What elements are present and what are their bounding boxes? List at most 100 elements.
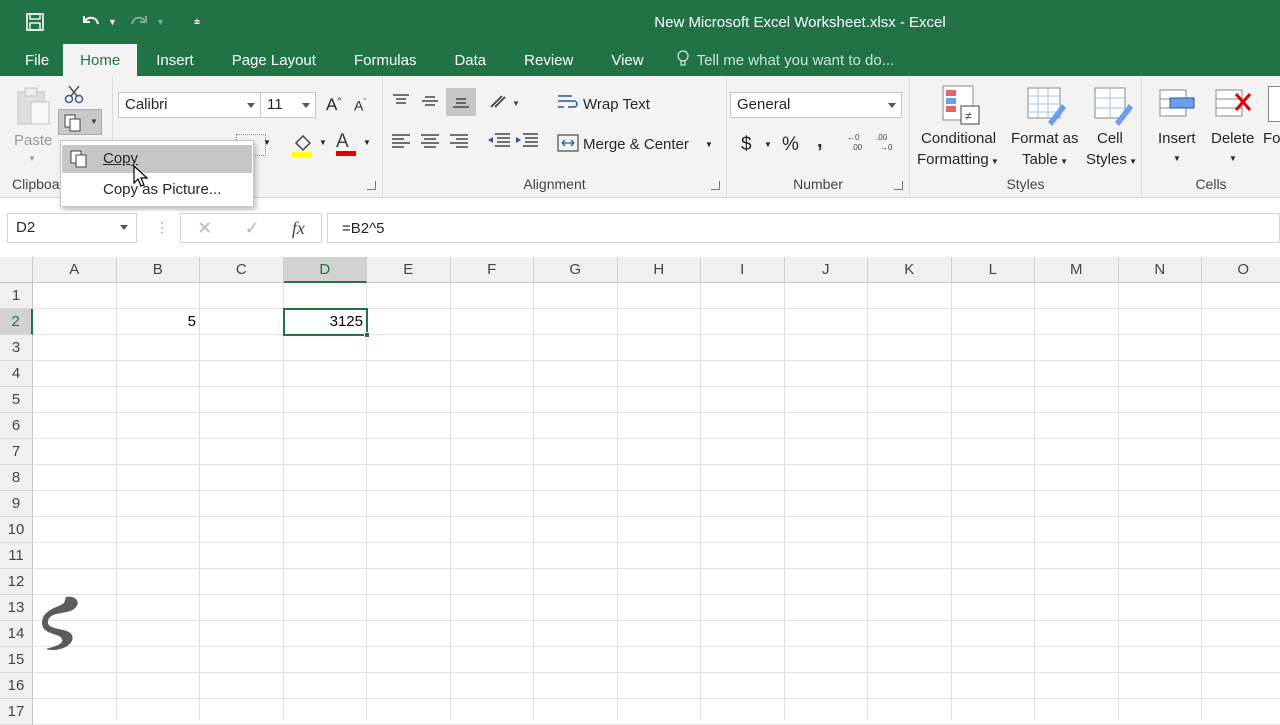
cell-styles-icon[interactable] — [1093, 84, 1133, 129]
insert-dropdown-icon[interactable]: ▼ — [1173, 154, 1181, 163]
merge-center-button[interactable]: Merge & Center — [583, 136, 689, 153]
format-as-table-line2[interactable]: Table ▼ — [1022, 151, 1068, 168]
column-header-o[interactable]: O — [1202, 257, 1280, 283]
column-header-d[interactable]: D — [283, 257, 367, 283]
copy-button[interactable]: ▼ — [58, 109, 102, 135]
cell-styles-line2[interactable]: Styles ▼ — [1086, 151, 1137, 168]
row-header-2[interactable]: 2 — [0, 309, 33, 335]
row-header-9[interactable]: 9 — [0, 491, 33, 517]
cell-styles-line1[interactable]: Cell — [1097, 130, 1123, 147]
row-header-7[interactable]: 7 — [0, 439, 33, 465]
font-color-dropdown-icon[interactable]: ▼ — [363, 138, 371, 147]
tab-home[interactable]: Home — [63, 44, 138, 76]
row-header-1[interactable]: 1 — [0, 283, 33, 309]
align-right-icon[interactable] — [449, 134, 469, 151]
cut-icon[interactable] — [64, 84, 84, 107]
name-box[interactable]: D2 — [7, 213, 137, 243]
format-as-table-line1[interactable]: Format as — [1011, 130, 1079, 147]
tab-review[interactable]: Review — [505, 44, 592, 76]
tab-file[interactable]: File — [0, 44, 63, 76]
menu-item-copy[interactable]: Copy — [62, 145, 252, 173]
row-header-11[interactable]: 11 — [0, 543, 33, 569]
column-header-n[interactable]: N — [1119, 257, 1202, 283]
paste-icon[interactable] — [15, 86, 51, 131]
formula-input[interactable]: =B2^5 — [327, 213, 1280, 243]
font-size-box[interactable]: 11 — [260, 92, 316, 118]
column-header-l[interactable]: L — [952, 257, 1035, 283]
font-color-icon[interactable]: A — [336, 131, 356, 156]
row-header-6[interactable]: 6 — [0, 413, 33, 439]
column-header-c[interactable]: C — [200, 257, 284, 283]
increase-indent-icon[interactable] — [515, 133, 539, 152]
menu-item-copy-as-picture[interactable]: Copy as Picture... — [62, 176, 252, 204]
tab-insert[interactable]: Insert — [137, 44, 213, 76]
align-left-icon[interactable] — [391, 134, 411, 151]
tab-view[interactable]: View — [592, 44, 662, 76]
row-header-3[interactable]: 3 — [0, 335, 33, 361]
column-header-h[interactable]: H — [618, 257, 701, 283]
column-header-m[interactable]: M — [1035, 257, 1119, 283]
row-header-17[interactable]: 17 — [0, 699, 33, 725]
currency-button[interactable]: $ — [741, 134, 752, 156]
increase-decimal-icon[interactable]: ←0.00 — [847, 132, 869, 155]
orientation-icon[interactable]: ▼ — [488, 93, 522, 114]
top-align-icon[interactable] — [391, 94, 411, 111]
align-center-icon[interactable] — [420, 134, 440, 151]
merge-dropdown-icon[interactable]: ▼ — [705, 140, 713, 149]
insert-cells-icon[interactable] — [1158, 86, 1196, 125]
tab-formulas[interactable]: Formulas — [335, 44, 436, 76]
tab-data[interactable]: Data — [435, 44, 505, 76]
bottom-align-icon[interactable] — [446, 88, 476, 116]
column-header-a[interactable]: A — [33, 257, 117, 283]
row-header-15[interactable]: 15 — [0, 647, 33, 673]
insert-function-icon[interactable]: fx — [292, 218, 305, 239]
currency-dropdown-icon[interactable]: ▼ — [764, 140, 772, 149]
grow-font-button[interactable]: A^ — [326, 95, 342, 115]
worksheet-grid[interactable]: ABCDEFGHIJKLMNO 1 2 3 4 5 6 7 8 9 10 11 12 13 14 15 16 1… — [0, 257, 1280, 725]
paste-dropdown-icon[interactable]: ▼ — [28, 154, 36, 163]
row-header-14[interactable]: 14 — [0, 621, 33, 647]
row-header-16[interactable]: 16 — [0, 673, 33, 699]
font-name-box[interactable]: Calibri — [118, 92, 261, 118]
cell-b2[interactable]: 5 — [117, 309, 200, 335]
delete-cells-icon[interactable] — [1214, 86, 1252, 125]
enter-icon[interactable]: ✓ — [244, 218, 259, 239]
format-cells-icon[interactable] — [1268, 86, 1280, 122]
decrease-indent-icon[interactable] — [487, 133, 511, 152]
column-header-j[interactable]: J — [785, 257, 868, 283]
tab-page-layout[interactable]: Page Layout — [213, 44, 335, 76]
row-header-13[interactable]: 13 — [0, 595, 33, 621]
conditional-formatting-line2[interactable]: Formatting ▼ — [917, 151, 999, 168]
row-header-10[interactable]: 10 — [0, 517, 33, 543]
number-dialog-launcher-icon[interactable] — [894, 181, 903, 190]
delete-cells-label[interactable]: Delete — [1211, 130, 1254, 147]
wrap-text-button[interactable]: Wrap Text — [583, 96, 650, 113]
fill-color-icon[interactable] — [292, 133, 314, 160]
paste-label[interactable]: Paste — [14, 132, 52, 149]
column-header-e[interactable]: E — [367, 257, 451, 283]
column-header-k[interactable]: K — [868, 257, 952, 283]
number-format-box[interactable]: General — [730, 92, 902, 118]
format-as-table-icon[interactable] — [1026, 84, 1066, 129]
fill-handle[interactable] — [364, 332, 370, 338]
decrease-decimal-icon[interactable]: .00 →0 — [876, 132, 898, 155]
alignment-dialog-launcher-icon[interactable] — [711, 181, 720, 190]
insert-cells-label[interactable]: Insert — [1158, 130, 1196, 147]
comma-button[interactable]: , — [817, 130, 823, 153]
borders-dropdown-icon[interactable]: ▼ — [263, 138, 271, 147]
shrink-font-button[interactable]: Aˇ — [354, 97, 366, 114]
select-all-corner[interactable] — [0, 257, 33, 283]
cancel-icon[interactable]: ✕ — [197, 218, 212, 239]
column-header-g[interactable]: G — [534, 257, 618, 283]
delete-dropdown-icon[interactable]: ▼ — [1229, 154, 1237, 163]
row-header-5[interactable]: 5 — [0, 387, 33, 413]
conditional-formatting-line1[interactable]: Conditional — [921, 130, 996, 147]
row-header-4[interactable]: 4 — [0, 361, 33, 387]
middle-align-icon[interactable] — [420, 94, 440, 111]
column-header-b[interactable]: B — [117, 257, 200, 283]
percent-button[interactable]: % — [782, 134, 799, 156]
fill-color-dropdown-icon[interactable]: ▼ — [319, 138, 327, 147]
tell-me-box[interactable]: Tell me what you want to do... — [663, 44, 894, 76]
font-dialog-launcher-icon[interactable] — [367, 181, 376, 190]
conditional-formatting-icon[interactable]: ≠ — [941, 84, 981, 129]
